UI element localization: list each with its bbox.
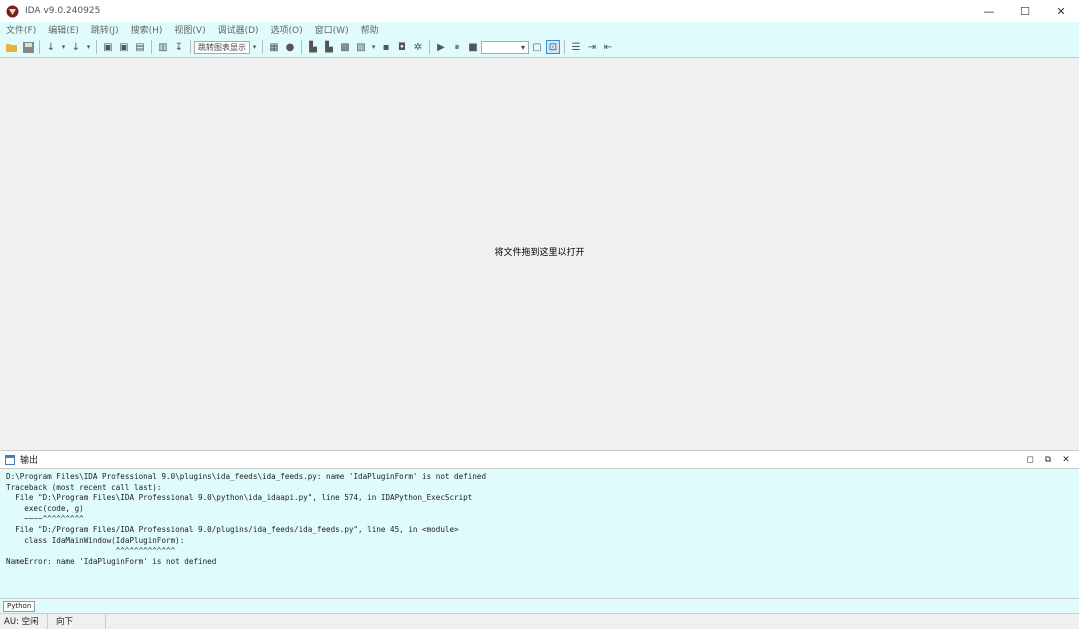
graph-icon[interactable]: ● bbox=[283, 40, 297, 54]
status-bar: AU: 空闲 向下 bbox=[0, 613, 1079, 629]
toolbar-separator bbox=[190, 40, 191, 54]
close-icon[interactable]: ✕ bbox=[1057, 455, 1075, 465]
title-bar: IDA v9.0.240925 — ☐ ✕ bbox=[0, 0, 1079, 22]
menu-edit[interactable]: 编辑(E) bbox=[42, 23, 85, 36]
minimize-button[interactable]: — bbox=[971, 0, 1007, 22]
chevron-down-icon[interactable]: ▾ bbox=[370, 40, 377, 54]
output-line: ^^^^^^^^^^^^^ bbox=[6, 546, 176, 556]
function-icon[interactable]: ▥ bbox=[156, 40, 170, 54]
output-log[interactable]: D:\Program Files\IDA Professional 9.0\pl… bbox=[0, 469, 1079, 598]
output-window-icon bbox=[5, 454, 15, 465]
open-folder-icon[interactable] bbox=[5, 40, 19, 54]
chevron-down-icon[interactable]: ▾ bbox=[251, 40, 258, 54]
back-arrow-icon[interactable]: ↓ bbox=[44, 40, 58, 54]
search-direction: 向下 bbox=[48, 613, 106, 629]
data-icon[interactable]: ▣ bbox=[117, 40, 131, 54]
save-icon[interactable] bbox=[21, 40, 35, 54]
segments-icon[interactable]: ▙ bbox=[306, 40, 320, 54]
enums-icon[interactable]: ▧ bbox=[354, 40, 368, 54]
autoanalysis-status: AU: 空闲 bbox=[0, 613, 48, 629]
output-title: 输出 bbox=[20, 456, 39, 466]
menu-windows[interactable]: 窗口(W) bbox=[309, 23, 355, 36]
image-icon[interactable]: ▦ bbox=[267, 40, 281, 54]
structures-icon[interactable]: ▩ bbox=[338, 40, 352, 54]
output-line: NameError: name 'IdaPluginForm' is not d… bbox=[6, 556, 217, 566]
float-icon[interactable]: ⧉ bbox=[1039, 455, 1057, 465]
breakpoint-icon[interactable]: ▢ bbox=[530, 40, 544, 54]
toolbar-separator bbox=[564, 40, 565, 54]
menu-debugger[interactable]: 调试器(D) bbox=[212, 23, 265, 36]
names-icon[interactable]: ▙ bbox=[322, 40, 336, 54]
toolbar-separator bbox=[301, 40, 302, 54]
menu-jump[interactable]: 跳转(J) bbox=[85, 23, 125, 36]
toolbar-separator bbox=[96, 40, 97, 54]
main-workspace[interactable]: 将文件拖到这里以打开 bbox=[0, 57, 1079, 450]
window-controls: — ☐ ✕ bbox=[971, 0, 1079, 22]
output-window-header: 输出 ◻ ⧉ ✕ bbox=[0, 450, 1079, 469]
forward-arrow-icon[interactable]: ↓ bbox=[69, 40, 83, 54]
output-line: class IdaMainWindow(IdaPluginForm): bbox=[6, 535, 185, 545]
outdent-icon[interactable]: ⇤ bbox=[601, 40, 615, 54]
indent-icon[interactable]: ⇥ bbox=[585, 40, 599, 54]
trace-icon[interactable]: ⊡ bbox=[546, 40, 560, 54]
command-bar: Python bbox=[0, 598, 1079, 613]
stop-icon[interactable]: ■ bbox=[466, 40, 480, 54]
window-title: IDA v9.0.240925 bbox=[25, 6, 101, 16]
toolbar-separator bbox=[39, 40, 40, 54]
menu-help[interactable]: 帮助 bbox=[355, 23, 385, 36]
chevron-down-icon[interactable]: ▾ bbox=[85, 40, 92, 54]
toolbar-separator bbox=[429, 40, 430, 54]
menu-bar: 文件(F) 编辑(E) 跳转(J) 搜索(H) 视图(V) 调试器(D) 选项(… bbox=[0, 22, 1079, 37]
menu-view[interactable]: 视图(V) bbox=[168, 23, 211, 36]
chevron-down-icon[interactable]: ▾ bbox=[60, 40, 67, 54]
undefine-icon[interactable]: ▤ bbox=[133, 40, 147, 54]
settings-icon[interactable]: ✲ bbox=[411, 40, 425, 54]
menu-search[interactable]: 搜索(H) bbox=[125, 23, 169, 36]
hex-view-icon[interactable]: ▪ bbox=[379, 40, 393, 54]
run-icon[interactable]: ▶ bbox=[434, 40, 448, 54]
restore-icon[interactable]: ◻ bbox=[1021, 455, 1039, 465]
output-line: ~~~~^^^^^^^^^ bbox=[6, 514, 84, 524]
toolbar-separator bbox=[262, 40, 263, 54]
output-window-controls: ◻ ⧉ ✕ bbox=[1021, 451, 1075, 468]
toolbar: ↓ ▾ ↓ ▾ ▣ ▣ ▤ ▥ ↧ 跳转图表显示 ▾ ▦ ● ▙ ▙ ▩ ▧ ▾… bbox=[0, 37, 1079, 57]
output-line: exec(code, g) bbox=[6, 503, 84, 513]
close-button[interactable]: ✕ bbox=[1043, 0, 1079, 22]
ida-logo-icon bbox=[6, 5, 19, 17]
camera-icon[interactable]: ◘ bbox=[395, 40, 409, 54]
output-line: File "D:\Program Files\IDA Professional … bbox=[6, 493, 473, 503]
debugger-select[interactable]: ▾ bbox=[481, 40, 529, 54]
output-line: File "D:/Program Files/IDA Professional … bbox=[6, 524, 459, 534]
chevron-down-icon: ▾ bbox=[520, 42, 525, 52]
menu-options[interactable]: 选项(O) bbox=[265, 23, 309, 36]
view-mode-select[interactable]: 跳转图表显示 bbox=[194, 40, 250, 54]
language-button[interactable]: Python bbox=[3, 600, 36, 612]
drop-hint-text: 将文件拖到这里以打开 bbox=[494, 248, 585, 258]
output-line: D:\Program Files\IDA Professional 9.0\pl… bbox=[6, 472, 487, 481]
list-icon[interactable]: ☰ bbox=[569, 40, 583, 54]
jump-icon[interactable]: ↧ bbox=[172, 40, 186, 54]
toolbar-separator bbox=[151, 40, 152, 54]
output-line: Traceback (most recent call last): bbox=[6, 482, 162, 492]
pause-icon[interactable]: ⏸ bbox=[450, 40, 464, 54]
code-icon[interactable]: ▣ bbox=[101, 40, 115, 54]
menu-file[interactable]: 文件(F) bbox=[0, 23, 42, 36]
maximize-button[interactable]: ☐ bbox=[1007, 0, 1043, 22]
